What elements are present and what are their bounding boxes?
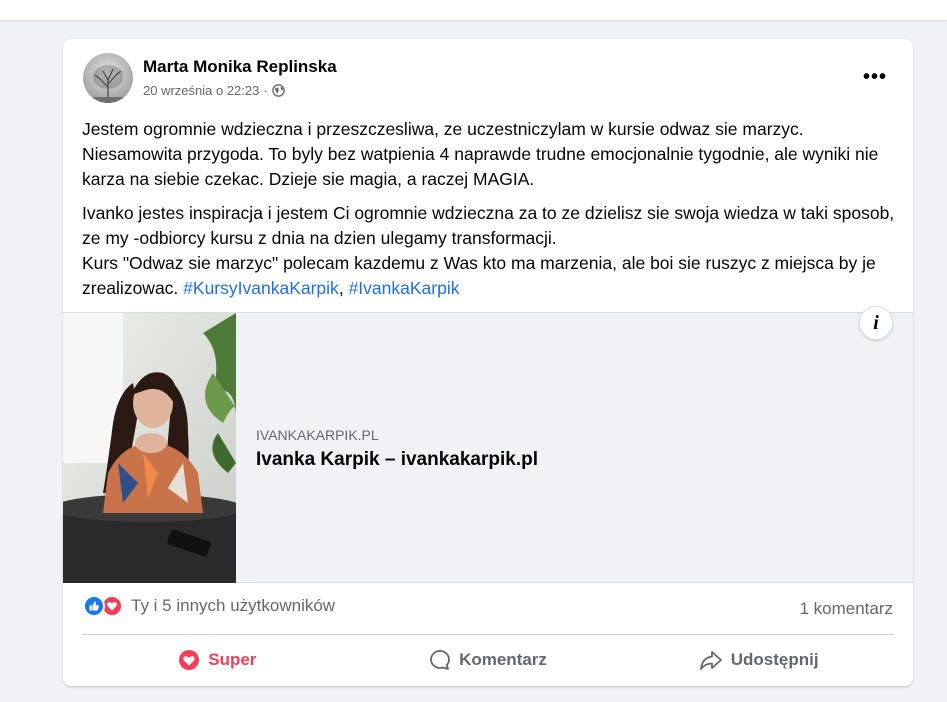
comments-count[interactable]: 1 komentarz bbox=[799, 599, 893, 619]
super-reaction-button[interactable]: Super bbox=[82, 639, 353, 681]
share-icon bbox=[699, 651, 722, 670]
post-timestamp[interactable]: 20 września o 22:23 bbox=[143, 83, 259, 98]
post-paragraph-1: Jestem ogromnie wdzieczna i przeszczesli… bbox=[82, 119, 879, 189]
meta-separator: · bbox=[263, 83, 268, 98]
post-actions-bar: Super Komentarz Udostępnij bbox=[82, 639, 894, 681]
reactions-summary[interactable]: Ty i 5 innych użytkowników bbox=[83, 595, 335, 617]
comment-button[interactable]: Komentarz bbox=[353, 639, 624, 681]
divider bbox=[82, 634, 894, 635]
share-label: Udostępnij bbox=[730, 650, 819, 669]
comment-label: Komentarz bbox=[459, 650, 547, 669]
post-card: Marta Monika Replinska 20 września o 22:… bbox=[63, 39, 913, 686]
hashtag-link[interactable]: #IvankaKarpik bbox=[349, 278, 460, 298]
author-avatar[interactable] bbox=[83, 53, 133, 103]
hashtag-separator: , bbox=[338, 278, 344, 298]
post-meta: 20 września o 22:23 · bbox=[143, 83, 285, 98]
top-bar bbox=[0, 0, 947, 20]
more-options-button[interactable]: ••• bbox=[861, 65, 889, 89]
comment-icon bbox=[430, 650, 450, 670]
post-paragraph-2-line-1: Ivanko jestes inspiracja i jestem Ci ogr… bbox=[82, 203, 895, 248]
reactions-text[interactable]: Ty i 5 innych użytkowników bbox=[131, 596, 335, 616]
post-text: Jestem ogromnie wdzieczna i przeszczesli… bbox=[82, 117, 897, 310]
super-label: Super bbox=[208, 650, 257, 669]
info-button[interactable]: i bbox=[859, 306, 893, 340]
share-button[interactable]: Udostępnij bbox=[623, 639, 894, 681]
love-icon bbox=[179, 650, 200, 670]
post-paragraph-2: Ivanko jestes inspiracja i jestem Ci ogr… bbox=[82, 201, 897, 301]
author-name[interactable]: Marta Monika Replinska bbox=[143, 57, 337, 77]
globe-icon[interactable] bbox=[271, 84, 285, 97]
link-preview-card[interactable]: i IVANKAKARPIK.PL Ivanka Karpik – ivanka… bbox=[63, 306, 913, 583]
link-preview-image[interactable] bbox=[63, 313, 236, 583]
hashtag-link[interactable]: #KursyIvankaKarpik bbox=[183, 278, 339, 298]
like-icon bbox=[83, 595, 105, 617]
link-domain: IVANKAKARPIK.PL bbox=[256, 427, 379, 443]
link-title[interactable]: Ivanka Karpik – ivankakarpik.pl bbox=[256, 449, 538, 471]
